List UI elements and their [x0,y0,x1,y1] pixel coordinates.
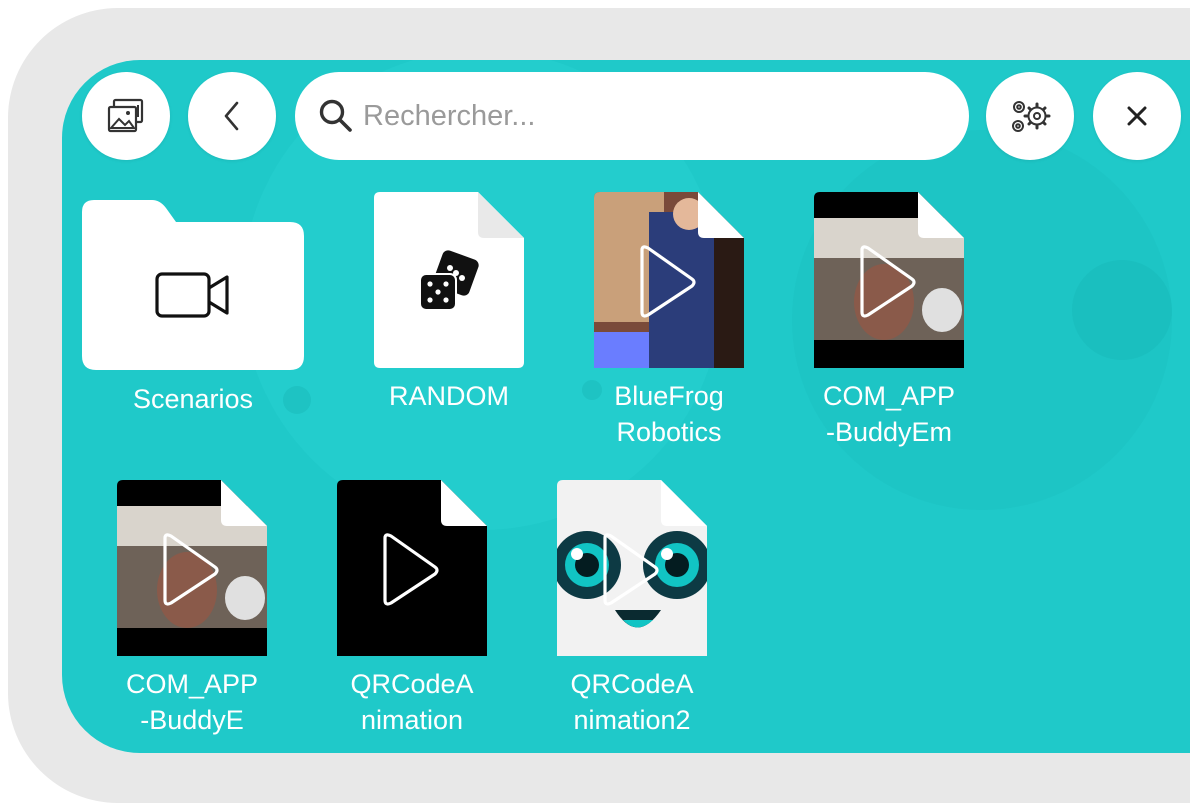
item-label: RANDOM [389,381,509,411]
video-thumbnail [814,192,964,368]
close-button[interactable] [1093,72,1181,160]
folder-icon [82,200,304,370]
item-label: COM_APP -BuddyEm [822,381,956,447]
video-thumbnail [117,480,267,656]
close-icon [1127,106,1147,126]
back-button[interactable] [188,72,276,160]
item-label: Scenarios [132,384,254,414]
video-thumbnail [594,192,744,368]
search-input[interactable] [363,99,923,133]
gears-icon [1012,101,1051,132]
file-thumbnail [374,192,524,368]
item-label: QRCodeA nimation2 [570,669,694,735]
gallery-button[interactable] [82,72,170,160]
gallery-icon [107,98,144,133]
settings-button[interactable] [986,72,1074,160]
item-label: COM_APP -BuddyE [125,669,259,735]
item-label: BlueFrog Robotics [614,381,724,447]
chevron-left-icon [224,101,239,131]
item-label: QRCodeA nimation [350,669,474,735]
search-bar[interactable] [295,72,969,160]
search-icon [319,99,352,132]
video-thumbnail [557,480,707,656]
video-thumbnail [337,480,487,656]
